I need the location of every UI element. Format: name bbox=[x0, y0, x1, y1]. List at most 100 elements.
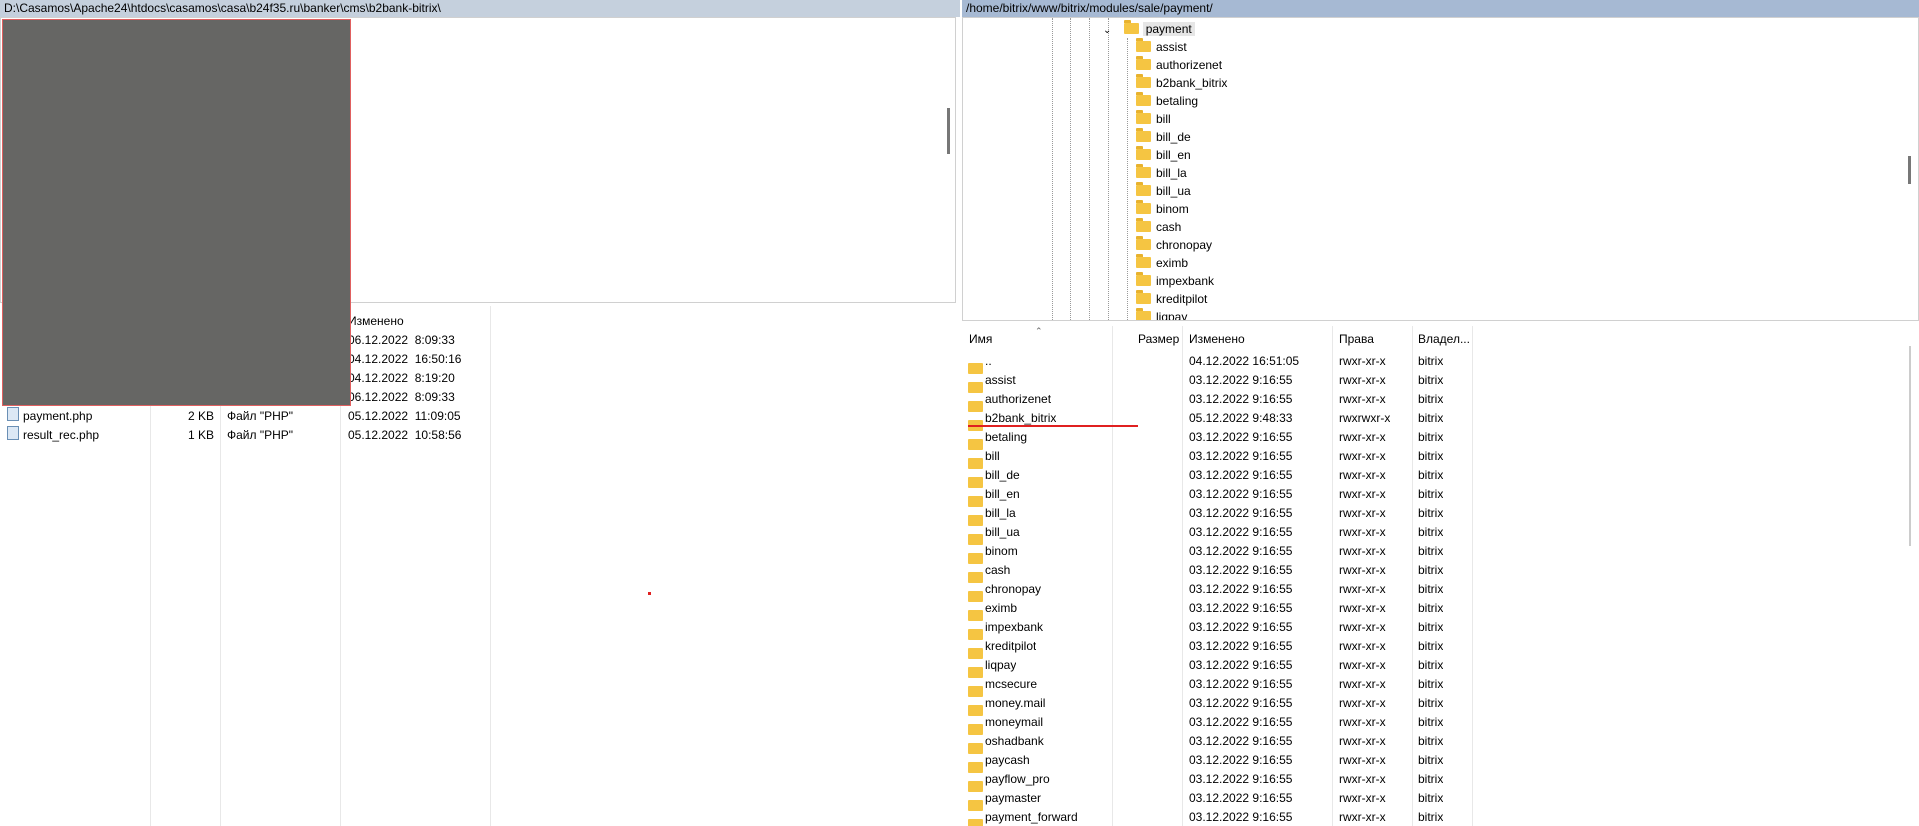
right-col-perms[interactable]: Права bbox=[1339, 330, 1374, 348]
remote-file-row[interactable]: authorizenet 03.12.2022 9:16:55 rwxr-xr-x b… bbox=[962, 390, 1919, 413]
remote-file-name: binom bbox=[985, 544, 1018, 558]
remote-file-row[interactable]: bill_ua 03.12.2022 9:16:55 rwxr-xr-x bitrix bbox=[962, 523, 1919, 546]
left-col-modified[interactable]: Изменено bbox=[348, 312, 404, 330]
left-file-size: 2 KB bbox=[187, 409, 214, 423]
remote-file-owner: bitrix bbox=[1418, 753, 1444, 767]
tree-node-liqpay[interactable]: liqpay bbox=[1136, 307, 1187, 320]
left-path-bar[interactable]: D:\Casamos\Apache24\htdocs\casamos\casa\… bbox=[0, 0, 960, 17]
remote-file-row[interactable]: moneymail 03.12.2022 9:16:55 rwxr-xr-x bitr… bbox=[962, 713, 1919, 736]
remote-file-name: .. bbox=[985, 354, 992, 368]
remote-file-owner: bitrix bbox=[1418, 677, 1444, 691]
remote-file-name: money.mail bbox=[985, 696, 1046, 710]
tree-node-cash[interactable]: cash bbox=[1136, 217, 1182, 236]
remote-file-modified: 05.12.2022 9:48:33 bbox=[1189, 411, 1293, 425]
remote-file-row[interactable]: money.mail 03.12.2022 9:16:55 rwxr-xr-x bit… bbox=[962, 694, 1919, 717]
remote-file-row[interactable]: impexbank 03.12.2022 9:16:55 rwxr-xr-x bitr… bbox=[962, 618, 1919, 641]
remote-file-row[interactable]: betaling 03.12.2022 9:16:55 rwxr-xr-x bitri… bbox=[962, 428, 1919, 451]
left-tree-scrollbar[interactable] bbox=[947, 108, 950, 154]
tree-node-label: b2bank_bitrix bbox=[1156, 76, 1228, 90]
remote-file-name: bill_de bbox=[985, 468, 1020, 482]
left-file-modified: 04.12.2022 8:19:20 bbox=[348, 371, 455, 385]
remote-file-perms: rwxr-xr-x bbox=[1339, 772, 1386, 786]
tree-node-label: cash bbox=[1156, 220, 1182, 234]
tree-node-assist[interactable]: assist bbox=[1136, 37, 1187, 56]
remote-file-row[interactable]: chronopay 03.12.2022 9:16:55 rwxr-xr-x bitr… bbox=[962, 580, 1919, 603]
left-file-size: 1 KB bbox=[187, 428, 214, 442]
redacted-area bbox=[2, 19, 351, 406]
right-path-bar[interactable]: /home/bitrix/www/bitrix/modules/sale/pay… bbox=[962, 0, 1919, 17]
remote-file-owner: bitrix bbox=[1418, 696, 1444, 710]
remote-file-perms: rwxr-xr-x bbox=[1339, 734, 1386, 748]
right-col-size[interactable]: Размер bbox=[1138, 330, 1179, 348]
left-file-modified: 04.12.2022 16:50:16 bbox=[348, 352, 462, 366]
left-file-row[interactable]: result_rec.php 1 KB Файл "PHP" 05.12.2022 1… bbox=[0, 426, 600, 445]
remote-file-row[interactable]: liqpay 03.12.2022 9:16:55 rwxr-xr-x bitrix bbox=[962, 656, 1919, 679]
remote-file-row[interactable]: oshadbank 03.12.2022 9:16:55 rwxr-xr-x bitr… bbox=[962, 732, 1919, 755]
left-file-type: Файл "PHP" bbox=[227, 409, 294, 423]
remote-file-modified: 03.12.2022 9:16:55 bbox=[1189, 715, 1293, 729]
remote-file-row[interactable]: bill_en 03.12.2022 9:16:55 rwxr-xr-x bitrix bbox=[962, 485, 1919, 508]
tree-node-authorizenet[interactable]: authorizenet bbox=[1136, 55, 1222, 74]
remote-file-row[interactable]: payflow_pro 03.12.2022 9:16:55 rwxr-xr-x bi… bbox=[962, 770, 1919, 793]
left-file-modified: 05.12.2022 10:58:56 bbox=[348, 428, 462, 442]
remote-file-owner: bitrix bbox=[1418, 430, 1444, 444]
remote-file-row[interactable]: cash 03.12.2022 9:16:55 rwxr-xr-x bitrix bbox=[962, 561, 1919, 584]
remote-file-row[interactable]: bill_de 03.12.2022 9:16:55 rwxr-xr-x bitrix bbox=[962, 466, 1919, 489]
tree-node-bill_ua[interactable]: bill_ua bbox=[1136, 181, 1191, 200]
remote-file-row[interactable]: bill_la 03.12.2022 9:16:55 rwxr-xr-x bitrix bbox=[962, 504, 1919, 527]
remote-file-perms: rwxr-xr-x bbox=[1339, 468, 1386, 482]
remote-file-owner: bitrix bbox=[1418, 601, 1444, 615]
tree-node-bill[interactable]: bill bbox=[1136, 109, 1171, 128]
remote-file-row[interactable]: binom 03.12.2022 9:16:55 rwxr-xr-x bitrix bbox=[962, 542, 1919, 565]
tree-node-bill_de[interactable]: bill_de bbox=[1136, 127, 1191, 146]
tree-node-impexbank[interactable]: impexbank bbox=[1136, 271, 1214, 290]
remote-file-perms: rwxr-xr-x bbox=[1339, 639, 1386, 653]
remote-file-owner: bitrix bbox=[1418, 411, 1444, 425]
remote-file-row[interactable]: assist 03.12.2022 9:16:55 rwxr-xr-x bitrix bbox=[962, 371, 1919, 394]
remote-file-owner: bitrix bbox=[1418, 449, 1444, 463]
left-file-row[interactable]: payment.php 2 KB Файл "PHP" 05.12.2022 11:0… bbox=[0, 407, 600, 426]
right-list-scrollbar[interactable] bbox=[1909, 346, 1911, 546]
remote-file-row[interactable]: mcsecure 03.12.2022 9:16:55 rwxr-xr-x bitri… bbox=[962, 675, 1919, 698]
right-file-list[interactable]: ⌃ Имя Размер Изменено Права Владел... ..… bbox=[962, 326, 1919, 826]
tree-node-kreditpilot[interactable]: kreditpilot bbox=[1136, 289, 1208, 308]
remote-file-perms: rwxr-xr-x bbox=[1339, 677, 1386, 691]
remote-file-row[interactable]: paymaster 03.12.2022 9:16:55 rwxr-xr-x bitr… bbox=[962, 789, 1919, 812]
remote-file-owner: bitrix bbox=[1418, 354, 1444, 368]
remote-file-perms: rwxr-xr-x bbox=[1339, 430, 1386, 444]
tree-node-label: kreditpilot bbox=[1156, 292, 1208, 306]
remote-file-row[interactable]: eximb 03.12.2022 9:16:55 rwxr-xr-x bitrix bbox=[962, 599, 1919, 622]
tree-node-betaling[interactable]: betaling bbox=[1136, 91, 1198, 110]
remote-file-row[interactable]: kreditpilot 03.12.2022 9:16:55 rwxr-xr-x bi… bbox=[962, 637, 1919, 660]
remote-file-perms: rwxr-xr-x bbox=[1339, 506, 1386, 520]
right-tree-scrollbar[interactable] bbox=[1908, 156, 1911, 184]
tree-node-label: eximb bbox=[1156, 256, 1189, 270]
chevron-down-icon[interactable]: ⌄ bbox=[1103, 22, 1115, 40]
folder-icon bbox=[1136, 109, 1151, 124]
tree-node-label: bill_ua bbox=[1156, 184, 1191, 198]
remote-file-perms: rwxr-xr-x bbox=[1339, 810, 1386, 824]
right-col-owner[interactable]: Владел... bbox=[1418, 330, 1470, 348]
tree-node-bill_la[interactable]: bill_la bbox=[1136, 163, 1187, 182]
remote-file-row[interactable]: payment_forward 03.12.2022 9:16:55 rwxr-xr… bbox=[962, 808, 1919, 826]
tree-node-chronopay[interactable]: chronopay bbox=[1136, 235, 1212, 254]
right-col-modified[interactable]: Изменено bbox=[1189, 330, 1245, 348]
tree-node-payment[interactable]: ⌄ payment bbox=[1103, 19, 1195, 40]
left-file-name: payment.php bbox=[23, 409, 93, 423]
remote-file-perms: rwxr-xr-x bbox=[1339, 449, 1386, 463]
remote-file-row[interactable]: .. 04.12.2022 16:51:05 rwxr-xr-x bitrix bbox=[962, 352, 1919, 375]
remote-file-modified: 03.12.2022 9:16:55 bbox=[1189, 639, 1293, 653]
remote-file-name: chronopay bbox=[985, 582, 1042, 596]
folder-icon bbox=[1136, 271, 1151, 286]
right-col-name[interactable]: Имя bbox=[969, 330, 992, 348]
right-tree-pane[interactable]: ⌄ payment assist authorizenet b2bank_bitri… bbox=[962, 17, 1919, 321]
tree-guide-line bbox=[1108, 18, 1110, 320]
remote-file-row[interactable]: bill 03.12.2022 9:16:55 rwxr-xr-x bitrix bbox=[962, 447, 1919, 470]
tree-node-bill_en[interactable]: bill_en bbox=[1136, 145, 1191, 164]
remote-file-row[interactable]: paycash 03.12.2022 9:16:55 rwxr-xr-x bitrix bbox=[962, 751, 1919, 774]
tree-node-eximb[interactable]: eximb bbox=[1136, 253, 1189, 272]
tree-node-binom[interactable]: binom bbox=[1136, 199, 1189, 218]
tree-node-b2bank_bitrix[interactable]: b2bank_bitrix bbox=[1136, 73, 1228, 92]
tree-node-label: assist bbox=[1156, 40, 1187, 54]
left-file-modified: 06.12.2022 8:09:33 bbox=[348, 333, 455, 347]
